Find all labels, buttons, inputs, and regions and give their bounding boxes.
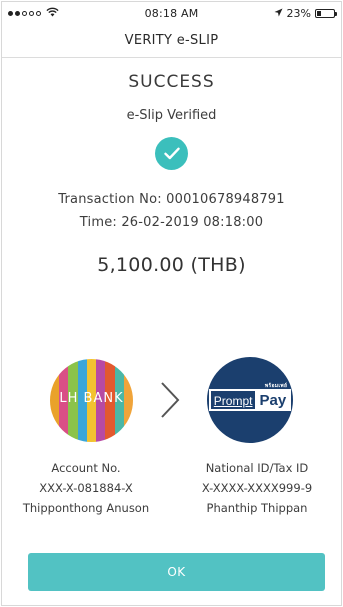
status-time: 08:18 AM <box>144 6 199 20</box>
battery-percent: 23% <box>286 6 311 20</box>
transaction-time: Time: 26-02-2019 08:18:00 <box>79 215 264 230</box>
nav-title: VERITY e-SLIP <box>124 33 219 48</box>
promptpay-thai-text: พร้อมเพย์ <box>264 383 288 389</box>
battery-icon <box>315 8 337 18</box>
ok-button[interactable]: OK <box>28 553 325 591</box>
verified-subtitle: e-Slip Verified <box>126 108 217 123</box>
promptpay-pay-label: Pay <box>259 392 287 409</box>
sender-account: XXX-X-081884-X <box>39 481 133 495</box>
nav-bar: VERITY e-SLIP <box>2 24 341 58</box>
account-details: Account No. XXX-X-081884-X Thipponthong … <box>2 458 341 518</box>
promptpay-badge: Prompt พร้อมเพย์ Pay <box>208 383 292 411</box>
success-title: SUCCESS <box>128 72 215 92</box>
transfer-amount: 5,100.00 (THB) <box>97 254 246 276</box>
sender-name: Thipponthong Anuson <box>22 501 150 515</box>
phone-screen: 08:18 AM 23% VERITY e-SLIP SUCCESS e-Sli… <box>1 1 342 606</box>
chevron-right-icon <box>145 380 195 420</box>
receiver-details: National ID/Tax ID X-XXXX-XXXX999-9 Phan… <box>177 458 337 518</box>
transfer-flow: LH BANK Prompt พร้อมเพย์ Pay <box>2 357 341 443</box>
check-wrap <box>2 137 341 170</box>
result-section: SUCCESS e-Slip Verified Transaction No: … <box>2 72 341 276</box>
wifi-icon <box>46 7 59 20</box>
sender-label: Account No. <box>51 461 121 475</box>
promptpay-pay-text: พร้อมเพย์ Pay <box>256 383 290 409</box>
receiver-label: National ID/Tax ID <box>205 461 309 475</box>
promptpay-logo: Prompt พร้อมเพย์ Pay <box>207 357 293 443</box>
transaction-number: Transaction No: 00010678948791 <box>58 192 285 207</box>
check-icon <box>155 137 188 170</box>
status-right: 23% <box>245 6 337 20</box>
lh-bank-logo: LH BANK <box>50 358 133 442</box>
signal-dots-icon <box>8 10 41 16</box>
location-arrow-icon <box>274 7 283 20</box>
sender-details: Account No. XXX-X-081884-X Thipponthong … <box>6 458 166 518</box>
receiver-account: X-XXXX-XXXX999-9 <box>201 481 313 495</box>
status-bar: 08:18 AM 23% <box>2 2 341 24</box>
bank-logo-text: LH BANK <box>59 390 124 406</box>
promptpay-prompt-text: Prompt <box>210 391 257 409</box>
receiver-name: Phanthip Thippan <box>206 501 308 515</box>
status-left <box>8 7 98 20</box>
